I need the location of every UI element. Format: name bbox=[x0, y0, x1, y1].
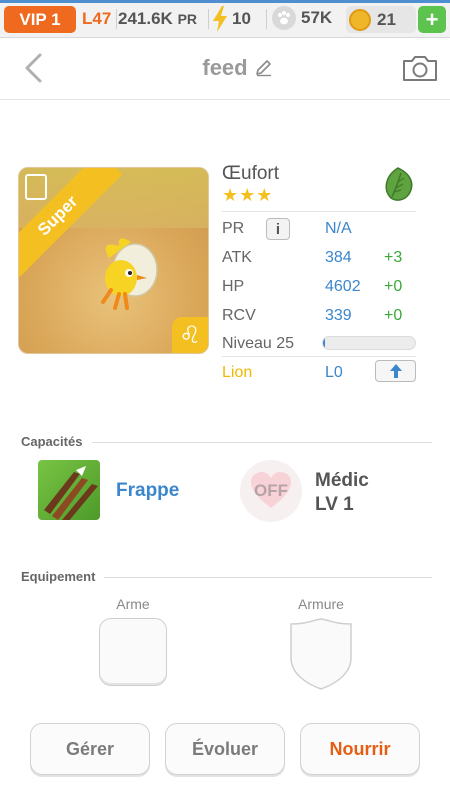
atk-value: 384 bbox=[325, 249, 352, 266]
upgrade-sign-button[interactable] bbox=[375, 360, 416, 382]
atk-label: ATK bbox=[222, 249, 252, 266]
rarity-stars: ★★★ bbox=[222, 185, 274, 205]
armor-label: Armure bbox=[298, 596, 344, 612]
divider bbox=[222, 356, 416, 357]
armor-slot[interactable] bbox=[287, 618, 355, 690]
coin-counter[interactable]: 21 bbox=[346, 6, 416, 33]
leaf-icon bbox=[385, 167, 413, 201]
power-value: 241.6K bbox=[118, 9, 173, 28]
divider bbox=[222, 211, 416, 212]
active-skill-icon[interactable] bbox=[38, 460, 100, 520]
divider bbox=[104, 577, 432, 578]
lightning-icon bbox=[213, 6, 227, 32]
equipment-section-title: Equipement bbox=[21, 569, 96, 584]
divider bbox=[116, 9, 117, 29]
atk-bonus: +3 bbox=[384, 249, 403, 266]
info-button[interactable]: i bbox=[266, 218, 290, 240]
power-rating: 241.6K PR bbox=[118, 9, 197, 29]
rcv-value: 339 bbox=[325, 307, 352, 324]
hp-value: 4602 bbox=[325, 278, 361, 295]
vip-badge[interactable]: VIP 1 bbox=[4, 6, 76, 33]
feed-button[interactable]: Nourrir bbox=[300, 723, 420, 775]
hp-bonus: +0 bbox=[384, 278, 403, 295]
monster-portrait[interactable]: Super ♌ bbox=[18, 167, 209, 354]
skills-section-title: Capacités bbox=[21, 434, 83, 449]
leader-skill-icon[interactable]: OFF bbox=[240, 460, 302, 522]
divider bbox=[266, 9, 267, 29]
pr-label: PR bbox=[222, 220, 245, 237]
leader-skill-level: LV 1 bbox=[315, 494, 354, 515]
pet-counter[interactable]: 57K bbox=[272, 6, 332, 30]
pr-value: N/A bbox=[325, 220, 352, 237]
monster-image bbox=[101, 238, 158, 310]
edit-pencil-icon[interactable] bbox=[254, 57, 274, 77]
paw-icon bbox=[272, 6, 296, 30]
manage-button[interactable]: Gérer bbox=[30, 723, 150, 775]
arrow-up-icon bbox=[389, 364, 402, 378]
divider bbox=[92, 442, 432, 443]
page-title: feed bbox=[202, 55, 248, 80]
weapon-label: Arme bbox=[116, 596, 150, 612]
energy-value: 10 bbox=[232, 9, 251, 28]
note-icon[interactable] bbox=[25, 174, 47, 200]
page-header: feed bbox=[0, 38, 450, 100]
zodiac-badge: ♌ bbox=[172, 317, 208, 353]
camera-icon[interactable] bbox=[402, 53, 438, 83]
status-bar: VIP 1 L47 241.6K PR 10 57K 21 + bbox=[0, 0, 450, 38]
level-label: Niveau 25 bbox=[222, 335, 295, 352]
active-skill-name[interactable]: Frappe bbox=[116, 480, 179, 502]
coin-icon bbox=[349, 8, 371, 31]
xp-bar bbox=[322, 336, 416, 350]
claw-slash-icon bbox=[44, 466, 98, 520]
hp-label: HP bbox=[222, 278, 245, 295]
energy-counter[interactable]: 10 bbox=[211, 6, 251, 32]
power-unit: PR bbox=[177, 11, 198, 27]
sign-label: Lion bbox=[222, 364, 253, 381]
rcv-label: RCV bbox=[222, 307, 256, 324]
coin-count: 21 bbox=[377, 9, 396, 29]
xp-bar-fill bbox=[323, 337, 325, 349]
sign-level: L0 bbox=[325, 364, 343, 381]
weapon-slot[interactable] bbox=[99, 618, 167, 686]
status-bar-stripe bbox=[0, 0, 450, 3]
evolve-button[interactable]: Évoluer bbox=[165, 723, 285, 775]
add-coins-button[interactable]: + bbox=[418, 6, 446, 33]
pet-count: 57K bbox=[301, 8, 333, 27]
rcv-bonus: +0 bbox=[384, 307, 403, 324]
leader-skill-state: OFF bbox=[254, 481, 288, 500]
leader-skill-name[interactable]: Médic bbox=[315, 470, 369, 492]
monster-name: Œufort bbox=[222, 163, 280, 184]
divider bbox=[208, 9, 209, 29]
player-level: L47 bbox=[82, 9, 112, 28]
